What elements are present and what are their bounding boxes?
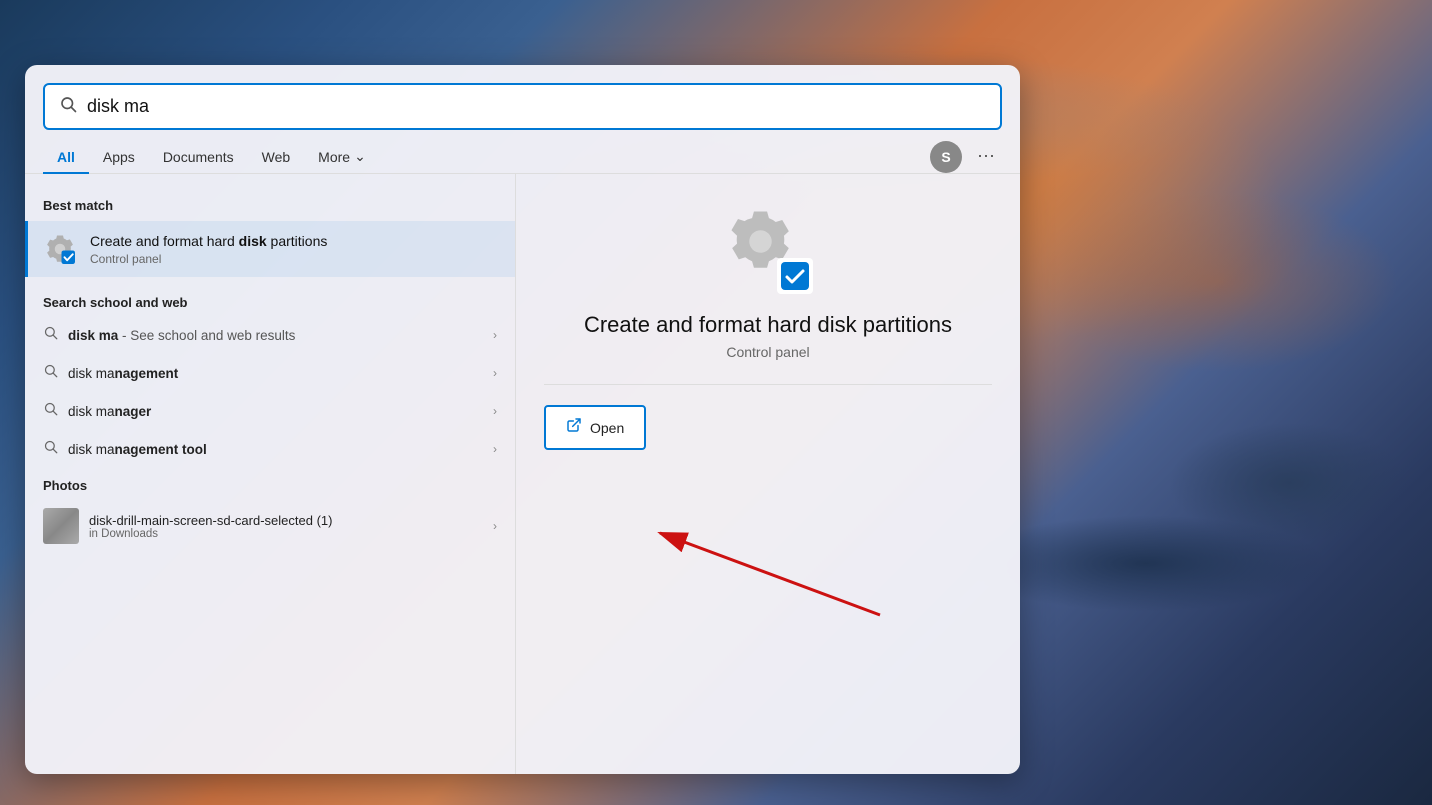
best-match-text: Create and format hard disk partitions C… — [90, 232, 497, 266]
more-options-button[interactable]: ⋯ — [970, 141, 1002, 173]
search-web-text-0: disk ma - See school and web results — [68, 328, 483, 343]
photos-header: Photos — [25, 472, 515, 499]
chevron-right-icon-1: › — [493, 366, 497, 380]
chevron-down-icon: ⌄ — [354, 148, 366, 165]
detail-subtitle: Control panel — [544, 344, 992, 360]
search-tabs: All Apps Documents Web More ⌄ S ⋯ — [25, 130, 1020, 174]
search-web-item-0[interactable]: disk ma - See school and web results › — [25, 316, 515, 354]
chevron-right-icon-0: › — [493, 328, 497, 342]
chevron-right-photos-0: › — [493, 519, 497, 533]
detail-app-icon — [723, 204, 813, 294]
right-panel: Create and format hard disk partitions C… — [515, 174, 1020, 774]
photo-text-0: disk-drill-main-screen-sd-card-selected … — [89, 513, 483, 540]
search-panel: All Apps Documents Web More ⌄ S ⋯ Best m… — [25, 65, 1020, 774]
search-web-icon-0 — [43, 325, 58, 345]
search-input-wrapper — [43, 83, 1002, 130]
check-badge — [777, 258, 813, 294]
detail-divider — [544, 384, 992, 385]
search-web-item-3[interactable]: disk management tool › — [25, 430, 515, 468]
search-web-icon-1 — [43, 363, 58, 383]
search-school-web-section: Search school and web disk ma - See scho… — [25, 289, 515, 468]
panel-body: Best match Create an — [25, 174, 1020, 774]
photo-title-0: disk-drill-main-screen-sd-card-selected … — [89, 513, 483, 528]
user-avatar[interactable]: S — [930, 141, 962, 173]
search-input[interactable] — [87, 96, 986, 117]
photo-subtitle-0: in Downloads — [89, 528, 483, 540]
tab-all[interactable]: All — [43, 141, 89, 173]
photos-item-0[interactable]: disk-drill-main-screen-sd-card-selected … — [25, 499, 515, 553]
search-web-text-2: disk manager — [68, 404, 483, 419]
tab-more[interactable]: More ⌄ — [304, 140, 380, 173]
left-panel: Best match Create an — [25, 174, 515, 774]
search-web-icon-2 — [43, 401, 58, 421]
best-match-title: Create and format hard disk partitions — [90, 232, 497, 250]
chevron-right-icon-3: › — [493, 442, 497, 456]
detail-icon-area — [544, 204, 992, 294]
best-match-subtitle: Control panel — [90, 252, 497, 266]
search-web-item-1[interactable]: disk management › — [25, 354, 515, 392]
photo-thumbnail-0 — [43, 508, 79, 544]
disk-management-icon — [42, 231, 78, 267]
photos-section: Photos disk-drill-main-screen-sd-card-se… — [25, 472, 515, 553]
search-web-text-3: disk management tool — [68, 442, 483, 457]
search-icon — [59, 95, 77, 118]
search-web-item-2[interactable]: disk manager › — [25, 392, 515, 430]
detail-title: Create and format hard disk partitions — [544, 312, 992, 338]
tab-documents[interactable]: Documents — [149, 141, 248, 173]
search-web-icon-3 — [43, 439, 58, 459]
tab-apps[interactable]: Apps — [89, 141, 149, 173]
search-web-text-1: disk management — [68, 366, 483, 381]
search-bar-area — [25, 65, 1020, 130]
open-button[interactable]: Open — [544, 405, 646, 450]
open-external-icon — [566, 417, 582, 438]
search-school-web-header: Search school and web — [25, 289, 515, 316]
best-match-item[interactable]: Create and format hard disk partitions C… — [25, 221, 515, 277]
best-match-header: Best match — [25, 192, 515, 219]
open-button-label: Open — [590, 420, 624, 436]
chevron-right-icon-2: › — [493, 404, 497, 418]
tab-web[interactable]: Web — [248, 141, 305, 173]
